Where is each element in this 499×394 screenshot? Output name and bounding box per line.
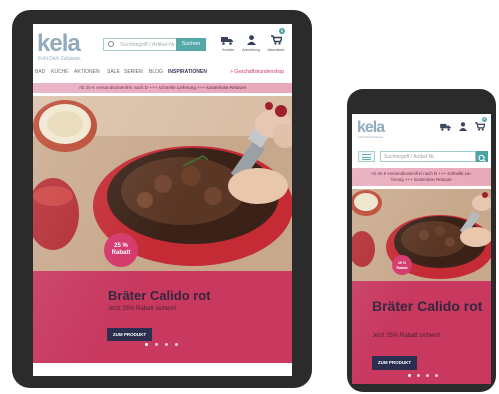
hamburger-icon-line: [362, 159, 371, 160]
nav-item-bad[interactable]: BAD: [35, 69, 45, 75]
main-nav: BAD KÜCHE AKTIONEN SALE SERIEN BLOG INSP…: [35, 69, 291, 79]
phone-hero-subtitle: Jetzt 25% Rabatt sichern!: [372, 333, 441, 339]
cart-label: Warenkorb: [267, 48, 285, 52]
hamburger-icon: [362, 154, 371, 155]
search-icon: [108, 41, 114, 47]
menu-toggle-button[interactable]: [358, 151, 375, 162]
nav-item-kueche[interactable]: KÜCHE: [51, 69, 69, 75]
search-button[interactable]: Suchen: [176, 38, 206, 51]
phone-search-placeholder: Suchbegriff / Artikel-Nr.: [384, 154, 436, 160]
nav-item-sale[interactable]: SALE: [107, 69, 120, 75]
slider-dot-4[interactable]: [175, 343, 178, 346]
hero-subtitle: Jetzt 25% Rabatt sichern!: [108, 306, 177, 312]
discount-badge-text: Rabatt: [111, 250, 131, 256]
phone-slider-dot-4[interactable]: [435, 374, 438, 377]
search-placeholder: Suchbegriff / Artikel-Nr.: [120, 42, 177, 48]
phone-search-input[interactable]: Suchbegriff / Artikel-Nr.: [380, 151, 476, 162]
hero-panel: [33, 271, 292, 363]
phone-slider-dot-1[interactable]: [408, 374, 411, 377]
phone-user-icon[interactable]: [459, 122, 467, 133]
slogan: Fühl Dich Zuhause.: [38, 56, 82, 62]
login-label: Anmeldung: [242, 48, 260, 52]
slider-dot-2[interactable]: [155, 343, 158, 346]
tablet-screen: kela Fühl Dich Zuhause. Suchbegriff / Ar…: [33, 24, 292, 376]
discount-badge: 25 % Rabatt: [104, 233, 138, 267]
phone-hero-product-button[interactable]: ZUM PRODUKT: [372, 356, 417, 370]
phone-discount-badge: 25 % Rabatt: [392, 255, 412, 275]
nav-item-inspirationen[interactable]: INSPIRATIONEN: [168, 69, 207, 75]
slider-dot-1[interactable]: [145, 343, 148, 346]
phone-discount-badge-text: Rabatt: [396, 265, 408, 270]
nav-item-aktionen[interactable]: AKTIONEN: [74, 69, 100, 75]
phone-promo-line-2: ferung +++ kostenlose Retoure: [391, 177, 452, 182]
user-icon[interactable]: [247, 35, 256, 47]
nav-item-blog[interactable]: BLOG: [149, 69, 163, 75]
logo[interactable]: kela: [37, 30, 81, 58]
phone-slider-dot-3[interactable]: [426, 374, 429, 377]
phone-hero-title: Bräter Calido rot: [372, 298, 483, 314]
hero-product-button[interactable]: ZUM PRODUKT: [107, 328, 152, 341]
nav-item-geschaeftskunden[interactable]: > Geschäftskundenshop: [230, 69, 284, 75]
promo-banner: Ab 25 € versandkostenfrei nach D +++ sch…: [33, 83, 292, 93]
phone-cart-badge: 0: [482, 117, 487, 122]
discount-badge-percent: 25 %: [114, 243, 128, 249]
phone-screen: kela Fühl Dich Zuhause. 0 Suchbegriff / …: [352, 114, 491, 384]
search-icon: [478, 154, 486, 163]
cart-badge: 0: [279, 28, 285, 34]
hero-image[interactable]: 25 % Rabatt: [33, 96, 292, 271]
phone-hero-image[interactable]: 25 % Rabatt: [352, 189, 491, 281]
truck-icon[interactable]: [221, 36, 233, 47]
hero-title: Bräter Calido rot: [108, 288, 211, 303]
phone-slogan: Fühl Dich Zuhause.: [358, 135, 385, 139]
slider-dot-3[interactable]: [165, 343, 168, 346]
phone-promo-banner: Ab 25 € versandkostenfrei nach D +++ sch…: [352, 168, 491, 186]
hamburger-icon-line: [362, 156, 371, 158]
phone-truck-icon[interactable]: [440, 123, 451, 133]
nav-item-serien[interactable]: SERIEN: [124, 69, 143, 75]
cart-icon[interactable]: [271, 35, 284, 47]
phone-slider-dot-2[interactable]: [417, 374, 420, 377]
phone-search-button[interactable]: [476, 151, 488, 163]
phone-cart-icon[interactable]: [475, 122, 486, 133]
